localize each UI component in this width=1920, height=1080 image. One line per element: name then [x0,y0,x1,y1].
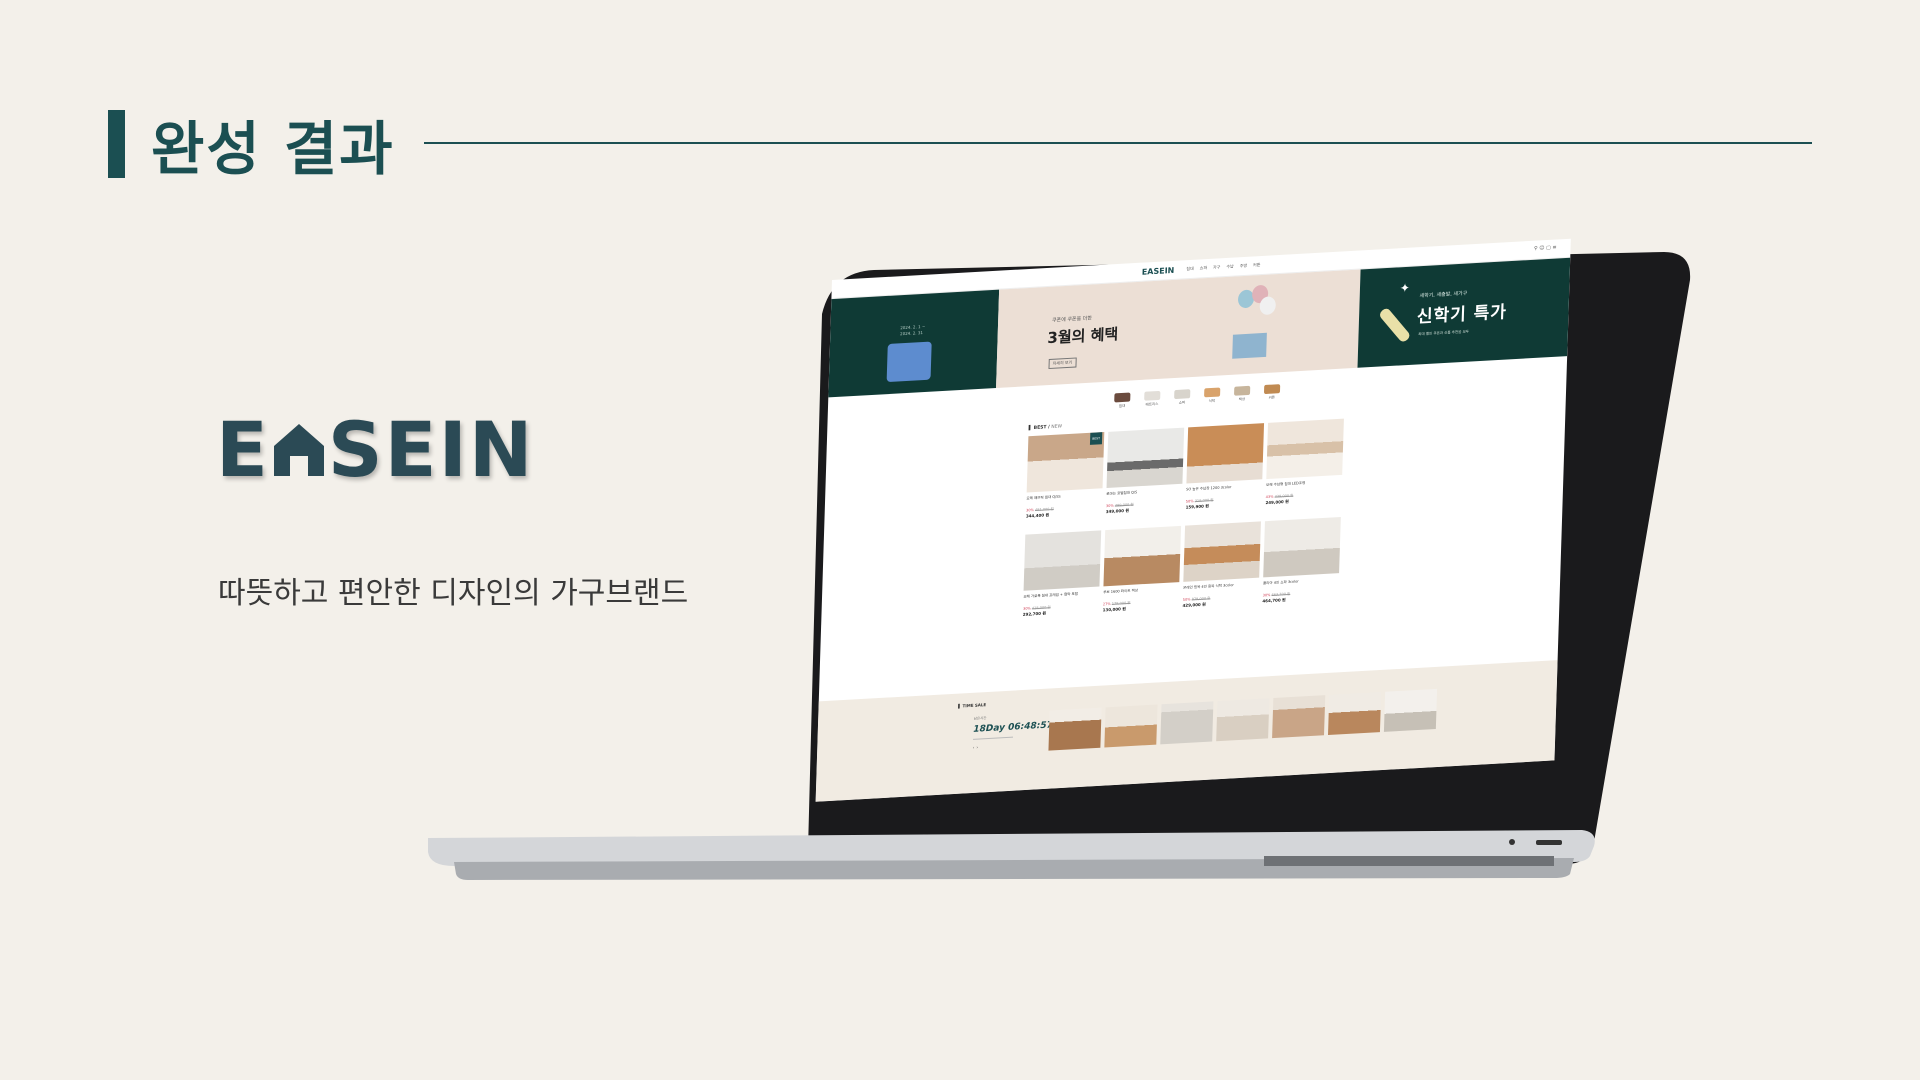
table-icon [1204,387,1221,398]
banner-headline: 3월의 혜택 [1047,325,1119,348]
sparkle-icon: ✦ [1399,280,1411,296]
sofa-icon [1174,389,1191,400]
nav-item[interactable]: 가구 [1213,264,1221,270]
bottle-icon [1378,306,1412,344]
nav-item[interactable]: 커튼 [1253,262,1261,268]
sale-item-image[interactable] [1272,695,1326,739]
product-image [1266,418,1344,480]
product-card[interactable]: 루보 1600 화이트 책상 27% 179,000 원 130,000 원 [1102,525,1182,623]
curtain-icon [1263,384,1281,395]
category-item[interactable]: 책상 [1234,385,1251,403]
sale-item-image[interactable] [1160,701,1214,745]
nav-item[interactable]: 침대 [1186,266,1194,272]
banner-left: 2024. 2. 1 ~ 2024. 2. 31 [828,289,1000,398]
website-screen: EASEIN 침대 쇼파 가구 수납 주방 커튼 ⚲ ☺ ▢ ≡ 2024. 2… [815,238,1571,802]
time-sale-title: ▌ TIME SALE [958,702,987,709]
category-item[interactable]: 쇼파 [1174,389,1191,406]
page-title: 완성 결과 [151,115,395,183]
product-image [1106,427,1185,488]
heading-accent-bar [108,110,125,178]
illustration-icon [886,341,932,383]
category-item[interactable]: 커튼 [1263,384,1281,401]
nav-item[interactable]: 수납 [1226,264,1234,270]
product-image [1263,516,1341,578]
banner-right: ✦ 새학기, 새출발, 새가구 신학기 특가 최대 할인 쿠폰과 신품 추천을 … [1357,257,1571,368]
category-item[interactable]: 식탁 [1204,387,1221,404]
nav-icons: ⚲ ☺ ▢ ≡ [1534,244,1557,251]
heading: 완성 결과 [108,110,395,183]
banner-right-headline: 신학기 특가 [1416,302,1508,328]
banner-more-button[interactable]: 자세히 보기 [1048,357,1077,370]
timer-divider [973,736,1014,740]
product-card[interactable]: 모헤 수납형 침대 LED조명 43% 439,000 원 249,000 원 [1265,418,1344,516]
nav-item[interactable]: 쇼파 [1200,265,1208,271]
mattress-icon [1144,390,1161,401]
category-item[interactable]: 침대 [1114,392,1131,410]
product-image [1023,530,1102,591]
banner-middle: 쿠폰에 쿠폰을 더한 3월의 혜택 자세히 보기 [996,269,1361,389]
banner-right-note: 최대 할인 쿠폰과 신품 추천을 모두 [1418,329,1469,337]
heading-divider [424,142,1812,144]
best-badge: BEST [1089,432,1103,445]
time-sale-sub: 남은시간 [973,716,987,721]
menu-icon[interactable]: ≡ [1552,244,1556,250]
product-card[interactable]: 모헤 가로폭 침대 프레임 + 협탁 포함 30% 418,000 원 292,… [1022,530,1102,627]
laptop-mockup: EASEIN 침대 쇼파 가구 수납 주방 커튼 ⚲ ☺ ▢ ≡ 2024. 2… [424,238,1704,880]
nav-item[interactable]: 주방 [1240,263,1248,269]
banner-right-sub: 새학기, 새출발, 새가구 [1419,290,1468,300]
cart-icon[interactable]: ▢ [1546,245,1551,251]
sale-item-image[interactable] [1216,698,1270,742]
house-icon [270,407,328,496]
product-image [1183,521,1261,582]
gift-icon [1232,332,1267,359]
banner-date: 2024. 2. 1 ~ 2024. 2. 31 [899,323,926,337]
search-icon[interactable]: ⚲ [1534,246,1538,252]
sale-item-image[interactable] [1048,707,1102,751]
product-image [1186,423,1265,484]
desk-icon [1234,385,1251,396]
time-sale-carousel [1048,688,1438,751]
next-arrow-icon[interactable]: › [976,744,980,749]
product-card[interactable]: SO 높은 수납장 1200 3color 50% 319,000 원 159,… [1185,423,1265,520]
user-icon[interactable]: ☺ [1539,245,1544,251]
balloon-icon [1259,296,1277,316]
product-card[interactable]: 온레인 원목 4인 원목 식탁 3color 50% 879,000 원 429… [1182,521,1261,618]
countdown-timer: 18Day 06:48:57 [973,720,1053,735]
product-card[interactable]: BEST 모헤 패브릭 침대 Q/SS 30% 491,000 원 344,40… [1026,432,1105,529]
banner-sub: 쿠폰에 쿠폰을 더한 [1051,315,1092,324]
logo-letter-e: E [216,405,270,494]
product-image [1103,525,1182,587]
product-card[interactable]: 로마는 호텔침대 Q/S 30% 499,000 원 349,000 원 [1105,427,1185,525]
sale-item-image[interactable] [1383,688,1438,732]
sale-item-image[interactable] [1328,691,1382,736]
bed-icon [1114,392,1131,403]
category-item[interactable]: 매트리스 [1144,390,1161,408]
product-card[interactable]: 폴리아 4인 쇼파 3color 30% 663,700 원 464,700 원 [1262,516,1341,614]
sale-item-image[interactable] [1104,704,1158,748]
site-logo[interactable]: EASEIN [1142,265,1175,276]
carousel-arrows: ‹› [973,744,980,749]
product-grid: BEST 모헤 패브릭 침대 Q/SS 30% 491,000 원 344,40… [1022,418,1344,627]
